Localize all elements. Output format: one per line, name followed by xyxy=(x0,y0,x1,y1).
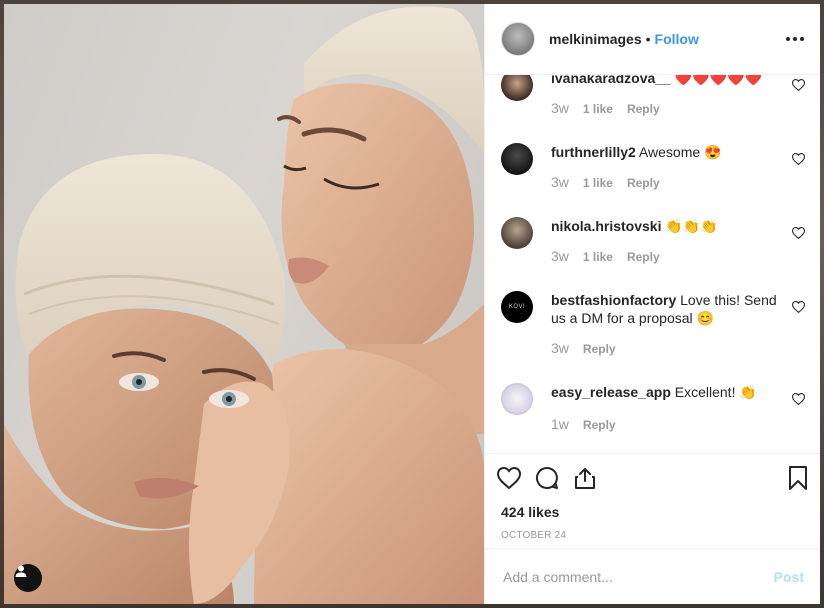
comment-text: 👏👏👏 xyxy=(665,218,718,234)
user-tag-icon xyxy=(15,565,27,577)
follow-button[interactable]: Follow xyxy=(655,31,699,47)
commenter-username[interactable]: furthnerlilly2 xyxy=(551,144,636,160)
comment-text-block: easy_release_app Excellent! 👏 xyxy=(551,383,777,401)
author-avatar[interactable] xyxy=(501,22,535,56)
comment-text-block: ivanakaradzova__ ❤️❤️❤️❤️❤️ xyxy=(551,75,777,87)
comment-like-icon[interactable] xyxy=(792,301,805,313)
bookmark-icon xyxy=(789,466,807,490)
comment-reply-button[interactable]: Reply xyxy=(583,418,616,432)
comment-time[interactable]: 3w xyxy=(551,248,569,264)
commenter-username[interactable]: ivanakaradzova__ xyxy=(551,75,671,86)
photo-illustration xyxy=(4,6,484,604)
heart-icon xyxy=(497,467,521,489)
commenter-username[interactable]: easy_release_app xyxy=(551,384,671,400)
share-icon xyxy=(575,468,595,489)
comment-text-block: bestfashionfactory Love this! Send us a … xyxy=(551,291,777,327)
save-button[interactable] xyxy=(788,466,808,490)
commenter-username[interactable]: bestfashionfactory xyxy=(551,292,676,308)
post-date[interactable]: OCTOBER 24 xyxy=(485,522,820,544)
comment-meta: 3w 1 like Reply xyxy=(551,248,660,264)
post-modal: melkinimages • Follow ivanakaradzova__ ❤… xyxy=(4,4,820,604)
comment-text-block: nikola.hristovski 👏👏👏 xyxy=(551,217,777,235)
commenter-avatar[interactable] xyxy=(501,217,533,249)
post-header: melkinimages • Follow xyxy=(485,4,820,75)
comment-text: Excellent! 👏 xyxy=(674,384,757,400)
comment-meta: 1w Reply xyxy=(551,416,616,432)
commenter-avatar[interactable] xyxy=(501,143,533,175)
comment-like-icon[interactable] xyxy=(792,153,805,165)
post-details-panel: melkinimages • Follow ivanakaradzova__ ❤… xyxy=(484,4,820,604)
comment-likes[interactable]: 1 like xyxy=(583,102,613,116)
comment-text-block: furthnerlilly2 Awesome 😍 xyxy=(551,143,777,161)
comment-likes[interactable]: 1 like xyxy=(583,250,613,264)
comment-time[interactable]: 1w xyxy=(551,416,569,432)
comment-meta: 3w 1 like Reply xyxy=(551,100,660,116)
like-button[interactable] xyxy=(497,467,521,489)
comment-like-icon[interactable] xyxy=(792,393,805,405)
commenter-avatar[interactable] xyxy=(501,75,533,101)
comment-reply-button[interactable]: Reply xyxy=(627,250,660,264)
likes-count[interactable]: 424 likes xyxy=(485,502,820,522)
comment-button[interactable] xyxy=(535,466,559,490)
comment-like-icon[interactable] xyxy=(792,227,805,239)
header-separator: • xyxy=(645,31,651,47)
comment-text: Awesome 😍 xyxy=(638,144,722,160)
comment-reply-button[interactable]: Reply xyxy=(627,176,660,190)
share-button[interactable] xyxy=(573,466,597,490)
comment-like-icon[interactable] xyxy=(792,79,805,91)
comment-icon xyxy=(535,466,558,489)
commenter-avatar[interactable]: KOVI xyxy=(501,291,533,323)
comment-meta: 3w 1 like Reply xyxy=(551,174,660,190)
avatar-logo-text: KOVI xyxy=(508,304,526,310)
comment-time[interactable]: 3w xyxy=(551,100,569,116)
comment-reply-button[interactable]: Reply xyxy=(627,102,660,116)
post-photo[interactable] xyxy=(4,4,484,604)
comment-reply-button[interactable]: Reply xyxy=(583,342,616,356)
comment-likes[interactable]: 1 like xyxy=(583,176,613,190)
comment-meta: 3w Reply xyxy=(551,340,616,356)
comment-time[interactable]: 3w xyxy=(551,174,569,190)
user-tag-button[interactable] xyxy=(14,564,42,592)
comment-composer: Post xyxy=(485,548,820,604)
comment-text: ❤️❤️❤️❤️❤️ xyxy=(674,75,762,86)
post-actions-bar xyxy=(485,454,820,502)
commenter-avatar[interactable] xyxy=(501,383,533,415)
author-username[interactable]: melkinimages xyxy=(549,31,642,47)
post-comment-button[interactable]: Post xyxy=(774,569,804,585)
add-comment-input[interactable] xyxy=(501,567,774,586)
more-options-icon[interactable] xyxy=(786,31,804,47)
comment-time[interactable]: 3w xyxy=(551,340,569,356)
comments-list[interactable]: ivanakaradzova__ ❤️❤️❤️❤️❤️ 3w 1 like Re… xyxy=(485,75,820,454)
commenter-username[interactable]: nikola.hristovski xyxy=(551,218,661,234)
